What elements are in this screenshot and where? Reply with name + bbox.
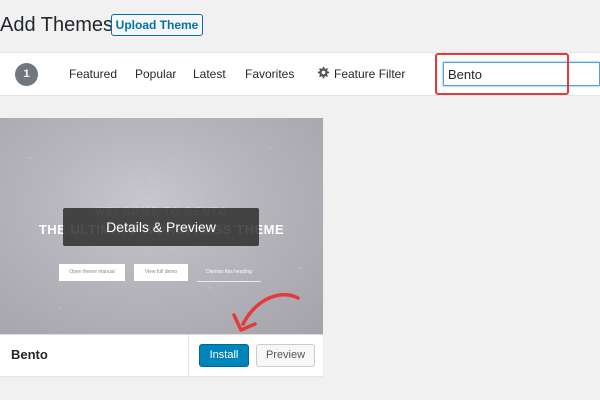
preview-button[interactable]: Preview	[256, 344, 315, 367]
screenshot-demo-button: View full demo	[134, 264, 188, 281]
install-button[interactable]: Install	[199, 344, 249, 367]
tab-featured[interactable]: Featured	[69, 66, 117, 82]
red-arrow-icon	[232, 293, 300, 332]
tab-popular[interactable]: Popular	[135, 66, 176, 82]
details-preview-overlay[interactable]: Details & Preview	[63, 208, 259, 246]
tab-favorites[interactable]: Favorites	[245, 66, 294, 82]
feature-filter-button[interactable]: Feature Filter	[334, 66, 405, 82]
tab-latest[interactable]: Latest	[193, 66, 226, 82]
screenshot-dismiss-link: Dismiss this heading	[197, 264, 261, 282]
theme-screenshot[interactable]: WELCOME TO BENTO THE ULTIMATE WORDPRESS …	[0, 118, 323, 334]
theme-card[interactable]: WELCOME TO BENTO THE ULTIMATE WORDPRESS …	[0, 118, 323, 376]
upload-theme-button[interactable]: Upload Theme	[111, 14, 203, 36]
theme-card-footer: Bento Install Preview	[0, 334, 323, 376]
screenshot-manual-button: Open theme manual	[59, 264, 125, 281]
theme-name: Bento	[11, 347, 48, 362]
theme-count-badge: 1	[15, 63, 38, 86]
actions-divider	[188, 335, 189, 376]
page-title: Add Themes	[0, 14, 114, 36]
gear-icon	[317, 66, 330, 79]
search-highlight-box	[435, 53, 569, 95]
